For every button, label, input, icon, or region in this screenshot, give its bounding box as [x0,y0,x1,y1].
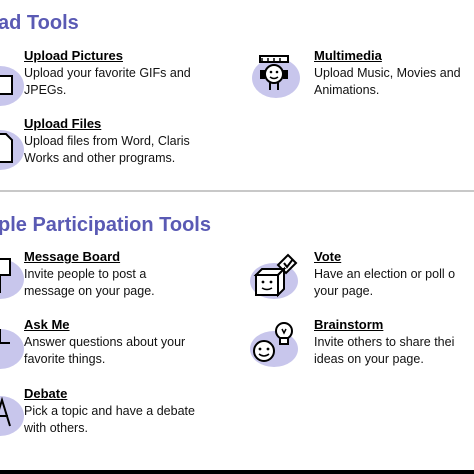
tool-desc-line1: Invite others to share thei [314,335,455,349]
tool-desc-line1: Pick a topic and have a debate [24,404,195,418]
tool-desc-line1: Answer questions about your [24,335,186,349]
tool-name[interactable]: Brainstorm [314,317,383,332]
tool-name[interactable]: Vote [314,249,341,264]
tool-desc-line1: Upload your favorite GIFs and [24,66,191,80]
tool-desc-line2: JPEGs. [24,83,67,97]
picture-icon [0,66,24,106]
tool-desc-line2: Animations. [314,83,380,97]
tool-name[interactable]: Ask Me [24,317,70,332]
tool-name[interactable]: Message Board [24,249,120,264]
participation-tools-title: ple Participation Tools [0,214,211,236]
file-icon [0,130,24,170]
tool-desc-line1: Upload files from Word, Claris [24,134,190,148]
multimedia-icon [252,55,300,98]
page-frame: ad Tools Upload Pictures Upload your fav… [0,0,474,470]
tool-desc-line1: Have an election or poll o [314,267,456,281]
tool-desc-line2: ideas on your page. [314,352,424,366]
debate-icon [0,396,24,436]
tool-desc-line2: with others. [24,421,88,435]
tool-desc-line1: Upload Music, Movies and [314,66,461,80]
tool-desc-line2: message on your page. [24,284,155,298]
tool-desc-line2: Works and other programs. [24,151,176,165]
tool-name[interactable]: Debate [24,386,67,401]
ask-me-icon [0,329,24,369]
upload-tools-title: ad Tools [0,12,79,34]
tool-desc-line1: Invite people to post a [24,267,147,281]
vote-icon [250,253,298,299]
tool-name[interactable]: Upload Pictures [24,48,123,63]
tool-name[interactable]: Upload Files [24,116,101,131]
tool-name[interactable]: Multimedia [314,48,382,63]
tool-desc-line2: your page. [314,284,374,298]
message-board-icon [0,258,24,299]
section-divider [0,190,474,192]
brainstorm-icon [250,322,298,367]
tool-desc-line2: favorite things. [24,352,106,366]
